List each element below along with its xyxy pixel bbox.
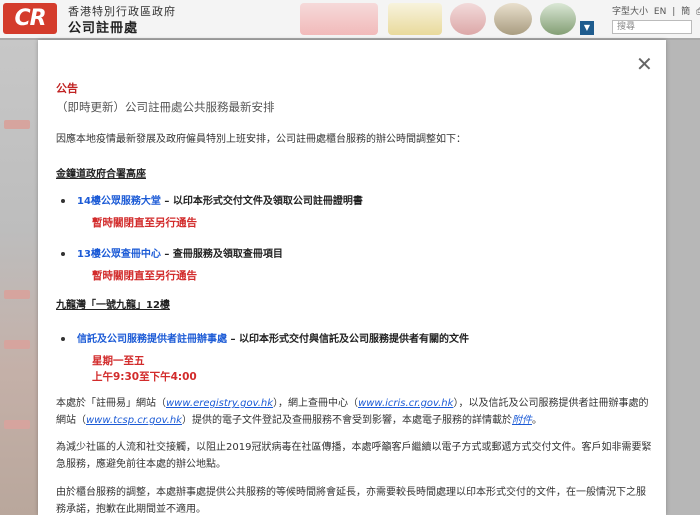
award-logo-caring-organisation[interactable]	[388, 3, 442, 35]
list-item-text: – 查冊服務及領取查冊項目	[160, 249, 283, 260]
lang-simplified-link[interactable]: 簡	[681, 7, 690, 17]
office-hours-time: 上午9:30至下午4:00	[92, 371, 197, 383]
announcement-title: （即時更新）公司註冊處公共服務最新安排	[56, 100, 275, 114]
bullet-icon	[61, 199, 65, 203]
site-header: CR 香港特別行政區政府 公司註冊處 ▼ 字型大小 EN | 簡 ⎙ ⋖ 搜尋	[0, 0, 700, 38]
closure-notice: 暫時關閉直至另行通告	[92, 270, 197, 282]
background-page-left	[0, 40, 38, 515]
public-search-centre-link[interactable]: 13樓公眾查冊中心	[77, 249, 161, 260]
chevron-down-icon[interactable]: ▼	[580, 21, 594, 35]
close-icon[interactable]: ✕	[636, 54, 653, 74]
bullet-icon	[61, 252, 65, 256]
service-pledge-paragraph: 由於櫃台服務的調整，本處辦事處提供公共服務的等候時間將會延長，亦需要較長時間處理…	[56, 487, 646, 515]
icris-link[interactable]: www.icris.cr.gov.hk	[358, 398, 453, 409]
award-logo-partner-employer[interactable]	[300, 3, 378, 35]
background-page-right	[666, 40, 700, 515]
search-input[interactable]: 搜尋	[612, 20, 692, 34]
bullet-icon	[61, 337, 65, 341]
lang-en-link[interactable]: EN	[654, 7, 666, 17]
background-element	[4, 290, 30, 299]
utility-links: 字型大小 EN | 簡 ⎙ ⋖	[612, 4, 700, 17]
public-services-hall-link[interactable]: 14樓公眾服務大堂	[77, 196, 161, 207]
list-item-text: – 以印本形式交付文件及領取公司註冊證明書	[160, 196, 363, 207]
background-element	[4, 340, 30, 349]
announcement-modal: ✕ 公告 （即時更新）公司註冊處公共服務最新安排 因應本地疫情最新發展及政府僱員…	[38, 40, 666, 515]
list-item-text: – 以印本形式交付與信託及公司服務提供者有關的文件	[227, 334, 469, 345]
annex-link[interactable]: 附件	[512, 415, 532, 426]
electronic-services-paragraph: 本處於「註冊易」網站（www.eregistry.gov.hk），網上查冊中心（…	[56, 398, 649, 426]
social-distancing-paragraph: 為減少社區的人流和社交接觸，以阻止2019冠狀病毒在社區傳播，本處呼籲客戶繼續以…	[56, 442, 652, 470]
tcsp-office-link[interactable]: 信託及公司服務提供者註冊辦事處	[77, 334, 227, 345]
font-size-link[interactable]: 字型大小	[612, 7, 648, 17]
award-logo-leap[interactable]	[540, 3, 576, 35]
office-hours-days: 星期一至五	[92, 355, 145, 367]
tcsp-link[interactable]: www.tcsp.cr.gov.hk	[86, 415, 182, 426]
award-logo-arc[interactable]	[450, 3, 486, 35]
announcement-heading: 公告	[56, 82, 78, 95]
dept-name: 公司註冊處	[68, 21, 139, 36]
intro-paragraph: 因應本地疫情最新發展及政府僱員特別上班安排，公司註冊處櫃台服務的辦公時間調整如下…	[56, 134, 466, 145]
list-item: 13樓公眾查冊中心 – 查冊服務及領取查冊項目	[61, 245, 283, 260]
background-element	[4, 420, 30, 429]
location-heading-admiralty: 金鐘道政府合署高座	[56, 169, 146, 180]
print-icon[interactable]: ⎙	[696, 7, 700, 17]
award-logo-badge[interactable]	[494, 3, 532, 35]
location-heading-kowloon-bay: 九龍灣「一號九龍」12樓	[56, 300, 170, 311]
cr-logo[interactable]: CR	[3, 3, 57, 34]
list-item: 信託及公司服務提供者註冊辦事處 – 以印本形式交付與信託及公司服務提供者有關的文…	[61, 330, 469, 345]
list-item: 14樓公眾服務大堂 – 以印本形式交付文件及領取公司註冊證明書	[61, 192, 363, 207]
closure-notice: 暫時關閉直至另行通告	[92, 217, 197, 229]
background-element	[4, 120, 30, 129]
eregistry-link[interactable]: www.eregistry.gov.hk	[166, 398, 273, 409]
lang-separator: |	[672, 7, 676, 17]
